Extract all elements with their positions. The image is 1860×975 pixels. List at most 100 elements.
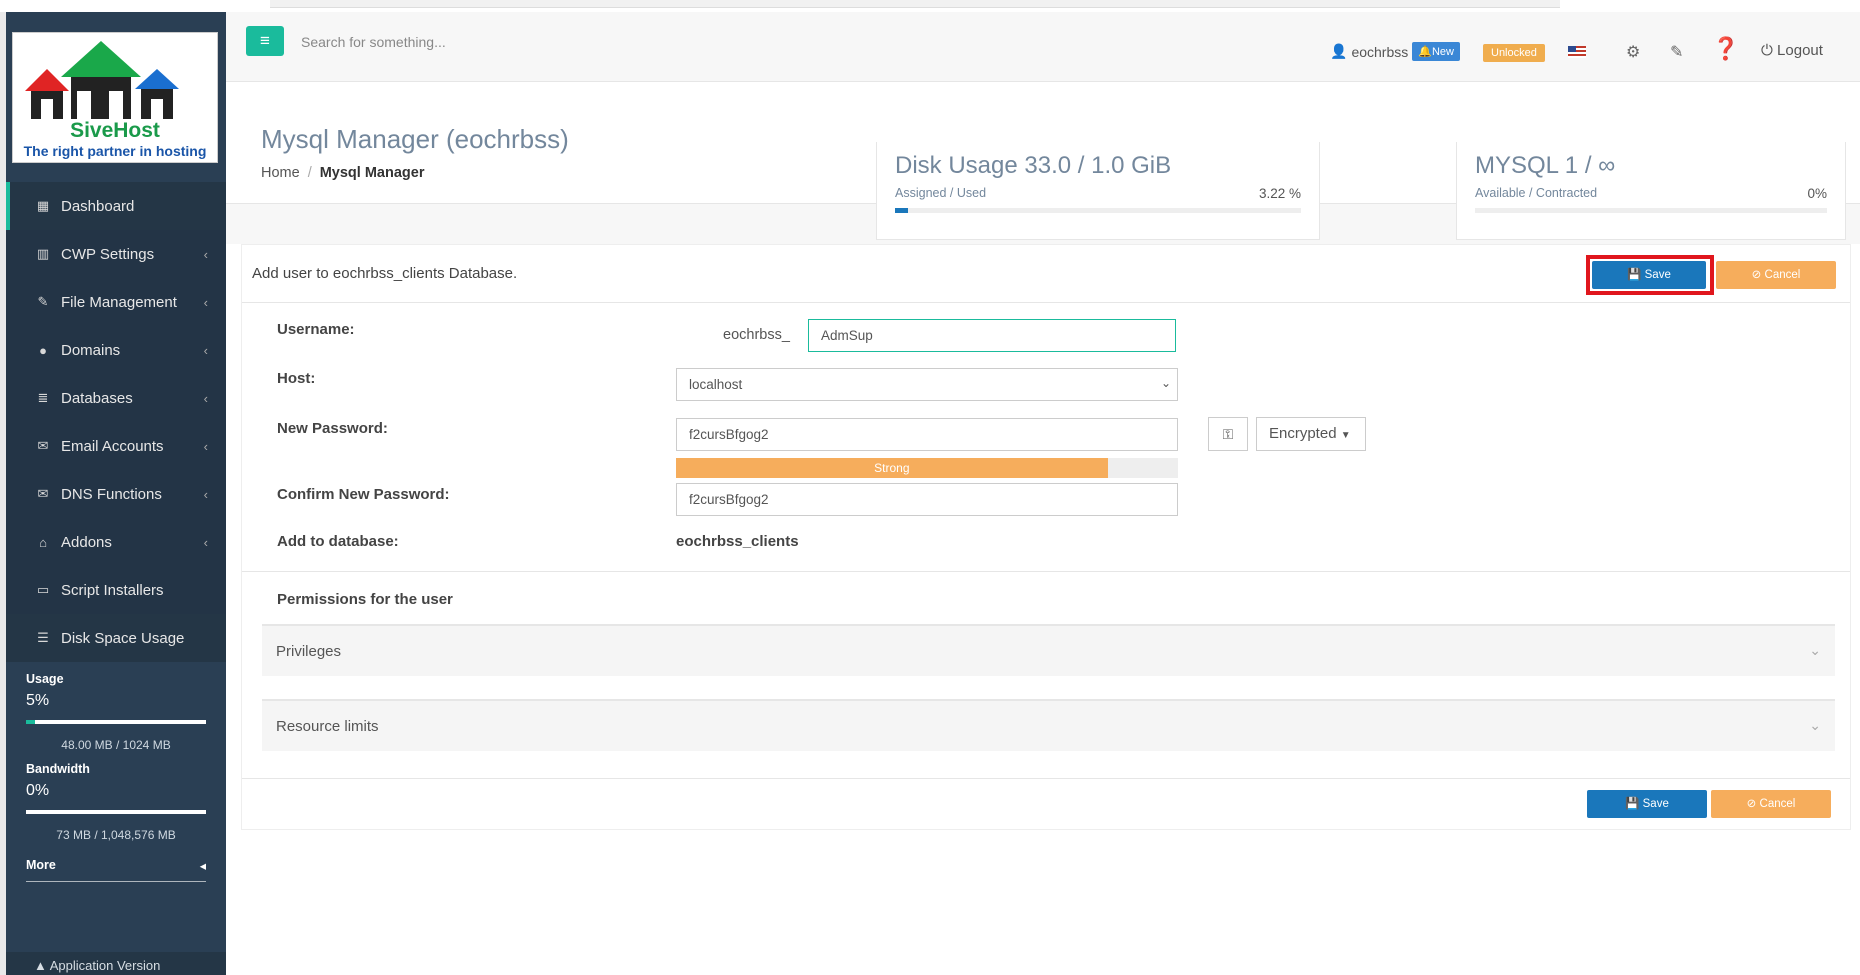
caret-left-icon: ◂ xyxy=(199,859,206,873)
generate-password-button[interactable]: ⚿ xyxy=(1208,417,1248,451)
disk-usage-bar-fill xyxy=(895,208,909,213)
mysql-card: MYSQL 1 / ∞ Available / Contracted 0% xyxy=(1456,142,1846,240)
database-icon: ≣ xyxy=(37,390,49,405)
new-badge[interactable]: 🔔New xyxy=(1412,42,1460,61)
panel-title: Add user to eochrbss_clients Database. xyxy=(252,265,518,282)
sidebar-item-addons[interactable]: ⌂ Addons ‹ xyxy=(6,518,226,566)
encrypted-dropdown[interactable]: Encrypted ▼ xyxy=(1256,417,1366,451)
sidebar-item-cwp-settings[interactable]: ▥ CWP Settings ‹ xyxy=(6,230,226,278)
sidebar: SiveHost The right partner in hosting ▦ … xyxy=(6,12,226,975)
more-toggle[interactable]: More ◂ xyxy=(26,858,206,882)
disk-usage-percent: 3.22 % xyxy=(1258,186,1301,201)
mysql-title: MYSQL 1 / ∞ xyxy=(1475,152,1616,179)
username-input[interactable]: AdmSup xyxy=(808,319,1176,352)
breadcrumb-home[interactable]: Home xyxy=(261,165,300,181)
bandwidth-bar xyxy=(26,810,206,814)
sidebar-item-label: Script Installers xyxy=(61,581,164,599)
chart-icon: ▥ xyxy=(36,246,50,261)
browser-url-bar[interactable] xyxy=(270,0,1560,8)
breadcrumb-separator: / xyxy=(307,165,312,181)
logout-label: Logout xyxy=(1777,42,1823,59)
logo: SiveHost The right partner in hosting xyxy=(12,32,218,163)
unlocked-badge[interactable]: Unlocked xyxy=(1483,44,1545,62)
user-menu[interactable]: 👤 eochrbss 🔔New xyxy=(1330,42,1460,61)
panel-header: Add user to eochrbss_clients Database. 💾… xyxy=(242,245,1850,303)
list-icon: ☰ xyxy=(37,630,49,645)
search-input[interactable]: Search for something... xyxy=(301,34,446,50)
menu-toggle-button[interactable]: ≡ xyxy=(246,26,284,56)
divider xyxy=(242,571,1850,572)
bandwidth-percent: 0% xyxy=(26,782,50,799)
us-flag-icon[interactable] xyxy=(1568,46,1586,58)
chevron-left-icon: ‹ xyxy=(203,390,208,406)
username: eochrbss xyxy=(1351,43,1409,60)
privileges-label: Privileges xyxy=(276,643,342,660)
password-strength-fill: Strong xyxy=(676,458,1108,478)
mysql-bar xyxy=(1475,208,1827,213)
cancel-button-bottom[interactable]: ⊘ Cancel xyxy=(1711,790,1831,818)
brush-icon[interactable]: ✎ xyxy=(1670,42,1683,62)
confirm-password-input[interactable]: f2cursBfgog2 xyxy=(676,483,1178,516)
sidebar-item-file-management[interactable]: ✎ File Management ‹ xyxy=(6,278,226,326)
permissions-label: Permissions for the user xyxy=(277,591,453,608)
new-password-input[interactable]: f2cursBfgog2 xyxy=(676,418,1178,451)
logo-tagline: The right partner in hosting xyxy=(23,143,207,159)
main-area: ≡ Search for something... 👤 eochrbss 🔔Ne… xyxy=(226,12,1860,975)
username-prefix: eochrbss_ xyxy=(723,327,790,343)
usage-panel: Usage 5% 48.00 MB / 1024 MB Bandwidth 0%… xyxy=(6,672,226,882)
sidebar-item-label: Databases xyxy=(61,389,133,407)
sidebar-item-label: Addons xyxy=(61,533,112,551)
house-logo-icon xyxy=(25,41,179,119)
chevron-left-icon: ‹ xyxy=(203,246,208,262)
disk-usage-title: Disk Usage 33.0 / 1.0 GiB xyxy=(895,152,1172,179)
key-icon: ⚿ xyxy=(1222,426,1234,442)
sidebar-item-email-accounts[interactable]: ✉ Email Accounts ‹ xyxy=(6,422,226,470)
grid-icon: ▦ xyxy=(36,198,50,213)
sidebar-item-dns-functions[interactable]: ✉ DNS Functions ‹ xyxy=(6,470,226,518)
sidebar-item-dashboard[interactable]: ▦ Dashboard xyxy=(6,182,226,230)
sidebar-item-label: DNS Functions xyxy=(61,485,162,503)
globe-icon: ● xyxy=(39,342,47,358)
usage-percent: 5% xyxy=(26,692,50,709)
power-icon: ⏻ xyxy=(1761,42,1778,59)
triangle-icon: ▲ xyxy=(34,958,50,973)
save-label: Save xyxy=(1642,798,1669,810)
sidebar-item-disk-space-usage[interactable]: ☰ Disk Space Usage xyxy=(6,614,226,662)
sidebar-item-label: Email Accounts xyxy=(61,437,164,455)
add-to-database-label: Add to database: xyxy=(277,533,399,550)
envelope-icon: ✉ xyxy=(37,486,49,501)
ban-icon: ⊘ xyxy=(1751,269,1765,281)
breadcrumb-current: Mysql Manager xyxy=(319,165,425,181)
bandwidth-label: Bandwidth xyxy=(26,762,90,776)
sidebar-item-databases[interactable]: ≣ Databases ‹ xyxy=(6,374,226,422)
breadcrumb: Home / Mysql Manager xyxy=(261,165,424,181)
add-user-panel: Add user to eochrbss_clients Database. 💾… xyxy=(241,244,1851,830)
privileges-accordion[interactable]: Privileges ⌄ xyxy=(262,624,1835,676)
usage-detail: 48.00 MB / 1024 MB xyxy=(61,738,171,752)
mysql-percent: 0% xyxy=(1807,186,1827,201)
logout-link[interactable]: ⏻ Logout xyxy=(1761,42,1823,59)
disk-usage-bar xyxy=(895,208,1301,213)
help-icon[interactable]: ❓ xyxy=(1712,36,1739,62)
highlight-box xyxy=(1586,255,1714,295)
edit-icon: ✎ xyxy=(37,294,49,309)
resource-limits-accordion[interactable]: Resource limits ⌄ xyxy=(262,699,1835,751)
chevron-left-icon: ‹ xyxy=(203,534,208,550)
top-navbar: ≡ Search for something... 👤 eochrbss 🔔Ne… xyxy=(226,12,1860,82)
sidebar-item-label: Dashboard xyxy=(61,197,135,215)
more-label: More xyxy=(26,858,56,872)
sidebar-item-script-installers[interactable]: ▭ Script Installers xyxy=(6,566,226,614)
host-select[interactable]: localhost ⌄ xyxy=(676,368,1178,401)
bandwidth-detail: 73 MB / 1,048,576 MB xyxy=(56,828,176,842)
database-name: eochrbss_clients xyxy=(676,533,799,550)
username-label: Username: xyxy=(277,321,355,338)
cancel-button-top[interactable]: ⊘ Cancel xyxy=(1716,261,1836,289)
host-label: Host: xyxy=(277,370,316,387)
chevron-down-icon: ⌄ xyxy=(1809,642,1821,658)
chevron-left-icon: ‹ xyxy=(203,438,208,454)
gears-icon[interactable]: ⚙ xyxy=(1626,42,1640,62)
chevron-left-icon: ‹ xyxy=(203,342,208,358)
sidebar-item-label: Disk Space Usage xyxy=(61,629,185,647)
save-button-bottom[interactable]: 💾 Save xyxy=(1587,790,1707,818)
sidebar-item-domains[interactable]: ● Domains ‹ xyxy=(6,326,226,374)
